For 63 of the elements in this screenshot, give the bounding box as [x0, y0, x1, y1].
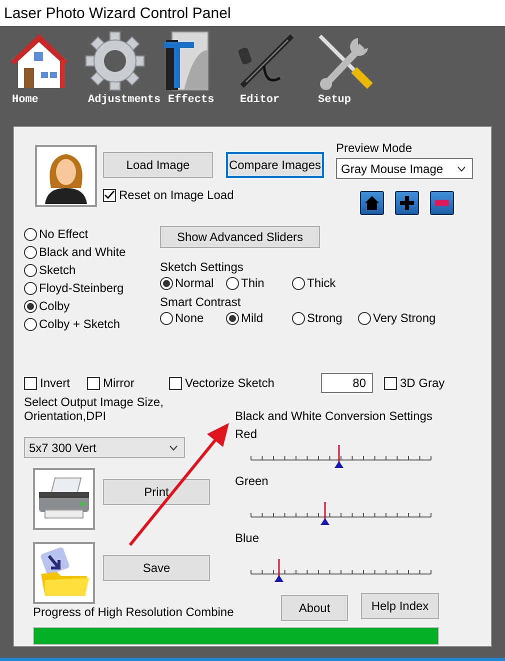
- toolbar-item[interactable]: Home: [8, 26, 84, 118]
- radio-option[interactable]: Very Strong: [358, 309, 436, 327]
- load-image-button[interactable]: Load Image: [103, 152, 213, 178]
- radio-option[interactable]: Thin: [226, 274, 292, 292]
- advanced-sliders-button[interactable]: Show Advanced Sliders: [160, 226, 320, 248]
- field-label: Preview Mode: [336, 141, 414, 155]
- number-field[interactable]: 80: [321, 373, 373, 393]
- document-icon: [164, 30, 210, 92]
- preview-mode-dropdown[interactable]: Gray Mouse Image: [336, 158, 473, 179]
- checkbox[interactable]: Mirror: [87, 376, 169, 390]
- checkbox[interactable]: Invert: [24, 376, 87, 390]
- slider[interactable]: [250, 500, 432, 526]
- radio-option[interactable]: Mild: [226, 309, 292, 327]
- minus-icon: [434, 199, 450, 207]
- chevron-icon: [457, 166, 466, 172]
- radio-option[interactable]: Thick: [292, 274, 358, 292]
- checkbox[interactable]: 3D Gray: [384, 376, 474, 390]
- slider[interactable]: [250, 557, 432, 583]
- folder-icon: [33, 542, 95, 604]
- help-index-button[interactable]: Help Index: [361, 593, 439, 619]
- section-label: Smart Contrast: [160, 295, 242, 309]
- printer-icon: [33, 468, 95, 530]
- print-button[interactable]: Print: [103, 479, 210, 505]
- field-label: Select Output Image Size, Orientation,DPI: [24, 395, 164, 423]
- chevron-icon: [169, 444, 178, 450]
- slider-label: Green: [235, 474, 270, 488]
- toolbar-item[interactable]: Effects: [164, 26, 236, 118]
- toolbar-item[interactable]: Editor: [236, 26, 314, 118]
- section-label: Sketch Settings: [160, 260, 244, 274]
- radio-option[interactable]: Normal: [160, 274, 226, 292]
- progress-label: Progress of High Resolution Combine: [33, 605, 235, 619]
- zoom-out-button[interactable]: [430, 191, 454, 215]
- home-icon: [364, 195, 380, 211]
- radio-option[interactable]: None: [160, 309, 226, 327]
- avatar-icon: [35, 145, 97, 207]
- radio-option[interactable]: Sketch: [24, 261, 160, 279]
- slider-thumb[interactable]: [274, 557, 285, 583]
- slider-thumb[interactable]: [334, 443, 345, 469]
- section-label: Black and White Conversion Settings: [235, 409, 434, 423]
- zoom-in-button[interactable]: [395, 191, 419, 215]
- gear-icon: [84, 30, 146, 92]
- radio-option[interactable]: Strong: [292, 309, 358, 327]
- slider-label: Blue: [235, 531, 260, 545]
- slider-label: Red: [235, 427, 258, 441]
- checkbox[interactable]: Vectorize Sketch: [169, 376, 321, 390]
- compare-images-button[interactable]: Compare Images: [226, 152, 324, 178]
- radio-option[interactable]: Floyd-Steinberg: [24, 279, 160, 297]
- plus-icon: [399, 195, 415, 211]
- radio-option[interactable]: No Effect: [24, 225, 160, 243]
- radio-option[interactable]: Colby: [24, 297, 160, 315]
- toolbar-item[interactable]: Adjustments: [84, 26, 164, 118]
- radio-option[interactable]: Black and White: [24, 243, 160, 261]
- slider-thumb[interactable]: [319, 500, 330, 526]
- checkbox[interactable]: Reset on Image Load: [103, 188, 234, 202]
- about-button[interactable]: About: [281, 595, 348, 621]
- window-title: Laser Photo Wizard Control Panel: [4, 4, 231, 22]
- output-size-dropdown[interactable]: 5x7 300 Vert: [24, 437, 185, 458]
- slider[interactable]: [250, 443, 432, 469]
- toolbar-item[interactable]: Setup: [314, 26, 389, 118]
- radio-option[interactable]: Colby + Sketch: [24, 315, 160, 333]
- home-button[interactable]: [360, 191, 384, 215]
- check-icon: [104, 190, 115, 200]
- save-button[interactable]: Save: [103, 555, 210, 581]
